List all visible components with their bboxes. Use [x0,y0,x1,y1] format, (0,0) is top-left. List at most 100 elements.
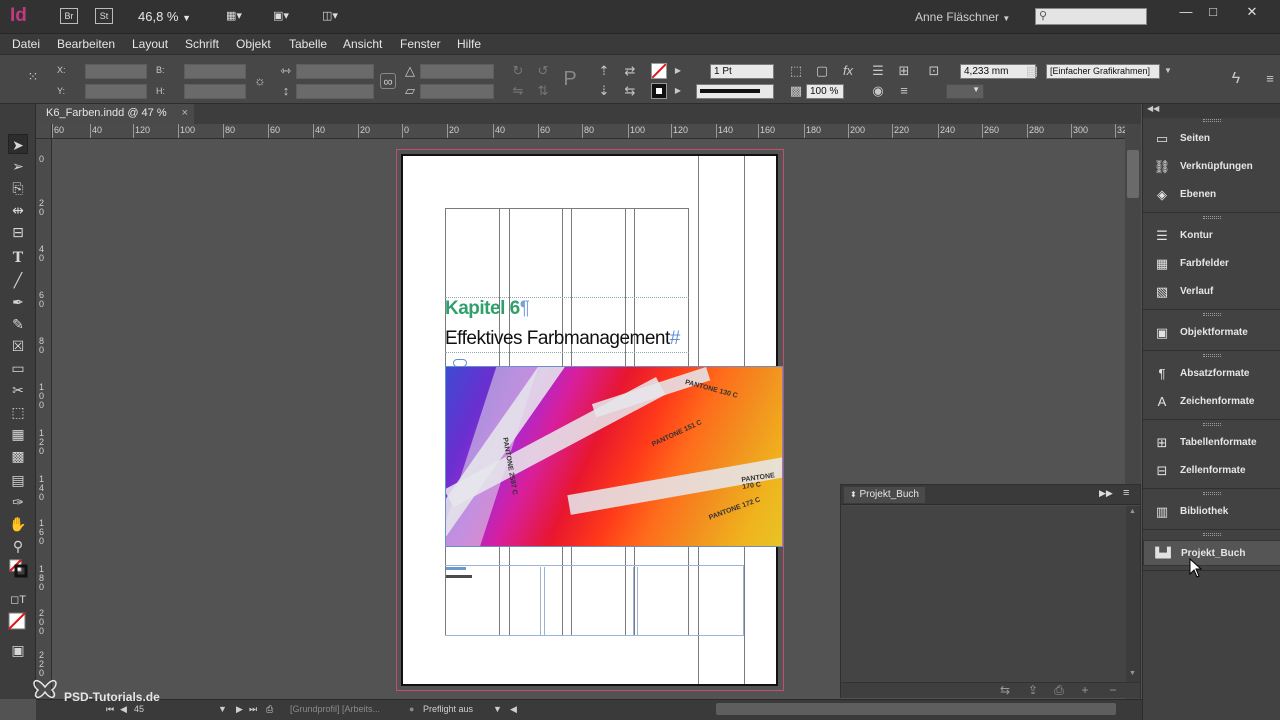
user-menu[interactable]: Anne Fläschner ▼ [915,10,1010,24]
select-content-icon[interactable]: ⇣ [596,83,612,99]
rectangle-frame-tool-icon[interactable]: ☒ [8,336,28,356]
book-documents-list[interactable] [841,506,1126,682]
auto-fit-icon[interactable]: ⊡ [926,63,942,79]
previous-page-icon[interactable]: ◀ [120,704,127,715]
screen-mode-button[interactable]: ▣▾ [273,9,303,23]
width-field[interactable] [184,64,246,79]
remove-document-icon[interactable]: − [1105,683,1121,697]
menu-ansicht[interactable]: Ansicht [343,37,382,51]
minimize-button[interactable]: — [1174,4,1198,20]
preflight-label[interactable]: Preflight aus [423,704,473,714]
gap-tool-icon[interactable]: ⇹ [8,200,28,220]
close-window-button[interactable]: ✕ [1240,4,1264,20]
dock-item-ebenen[interactable]: ◈ Ebenen [1143,182,1280,208]
bridge-button[interactable]: Br [60,8,78,24]
frame-fitting-icon[interactable]: ⬚ [788,63,804,79]
object-style-dropdown[interactable]: [Einfacher Grafikrahmen] [1046,64,1160,79]
select-previous-icon[interactable]: ⇄ [622,63,638,79]
panel-menu-icon[interactable]: ≡ [1262,71,1278,87]
screen-mode-icon[interactable]: ▣ [8,640,28,660]
document-tab[interactable]: K6_Farben.indd @ 47 % × [36,104,194,124]
dock-item-verknüpfungen[interactable]: ⛓ Verknüpfungen [1143,154,1280,180]
pen-tool-icon[interactable]: ✒ [8,292,28,312]
dock-group-grip[interactable] [1203,492,1221,495]
pantone-image-frame[interactable]: PANTONE 2587 C PANTONE 151 C PANTONE 172… [445,366,783,547]
dock-group-grip[interactable] [1203,216,1221,219]
dock-item-bibliothek[interactable]: ▥ Bibliothek [1143,499,1280,525]
stock-button[interactable]: St [95,8,113,24]
horizontal-ruler[interactable]: 60 40 120 100 80 60 40 20 0 20 40 60 80 100 120 140 160 1… [52,124,1125,139]
horizontal-scroll-thumb[interactable] [716,703,1116,715]
constrain-proportions-icon[interactable]: ☼ [252,73,268,89]
expand-dock-icon[interactable]: ◀◀ [1147,104,1159,113]
stroke-menu-arrow-icon[interactable]: ▶ [670,83,686,99]
dock-group-grip[interactable] [1203,354,1221,357]
dock-item-zellenformate[interactable]: ⊟ Zellenformate [1143,458,1280,484]
eyedropper-tool-icon[interactable]: ✑ [8,492,28,512]
hand-tool-icon[interactable]: ✋ [8,514,28,534]
gradient-feather-tool-icon[interactable]: ▩ [8,446,28,466]
save-book-icon[interactable]: ⇪ [1025,683,1041,697]
book-panel-header[interactable]: ⬍ Projekt_Buch ▶▶ ≡ [841,485,1140,505]
stroke-type-dropdown[interactable] [696,84,774,99]
zoom-tool-icon[interactable]: ⚲ [8,536,28,556]
effects-icon[interactable]: fx [840,63,856,79]
flip-v-icon[interactable]: ⇅ [535,83,551,99]
print-book-icon[interactable]: ⎙ [1051,683,1067,698]
dock-group-grip[interactable] [1203,313,1221,316]
free-transform-tool-icon[interactable]: ⬚ [8,402,28,422]
scissors-tool-icon[interactable]: ✂ [8,380,28,400]
document-page[interactable]: Kapitel 6¶ Effektives Farbmanagement# PA… [401,154,783,686]
arrange-documents-button[interactable]: ◫▾ [322,9,352,23]
view-options-button[interactable]: ▦▾ [226,9,256,23]
last-page-icon[interactable]: ⏭ [249,704,257,715]
scroll-up-icon[interactable]: ▲ [1129,508,1136,515]
y-field[interactable] [85,84,147,99]
selection-tool-icon[interactable]: ➤ [8,134,28,154]
maximize-button[interactable]: □ [1201,4,1225,20]
rectangle-tool-icon[interactable]: ▭ [8,358,28,378]
text-wrap-bbox-icon[interactable]: ⊞ [896,63,912,79]
menu-schrift[interactable]: Schrift [185,37,219,51]
scroll-left-icon[interactable]: ◀ [510,704,517,715]
footer-text-frame[interactable] [445,565,744,636]
chevron-down-icon[interactable]: ▼ [1160,63,1176,79]
menu-bearbeiten[interactable]: Bearbeiten [57,37,115,51]
vertical-ruler[interactable]: 0 2 0 4 0 6 0 8 0 1 0 0 1 2 0 1 4 0 1 6 0 1 8 0 2 … [36,139,52,699]
next-page-icon[interactable]: ▶ [236,704,243,715]
dock-group-grip[interactable] [1203,533,1221,536]
line-tool-icon[interactable]: ╱ [8,270,28,290]
menu-layout[interactable]: Layout [132,37,168,51]
dock-item-farbfelder[interactable]: ▦ Farbfelder [1143,251,1280,277]
type-tool-icon[interactable]: T [8,248,28,268]
zoom-level-dropdown[interactable]: 46,8 % ▼ [138,9,191,24]
note-tool-icon[interactable]: ▤ [8,470,28,490]
fill-swatch[interactable] [651,63,667,79]
quick-apply-icon[interactable]: ϟ [1228,71,1244,87]
page-number-field[interactable]: 45 [134,704,144,714]
dock-item-objektformate[interactable]: ▣ Objektformate [1143,320,1280,346]
book-panel-scrollbar[interactable]: ▲ ▼ [1126,506,1140,682]
ruler-origin[interactable] [36,124,52,139]
rotate-ccw-icon[interactable]: ↺ [535,63,551,79]
pencil-tool-icon[interactable]: ✎ [8,314,28,334]
text-wrap-none-icon[interactable]: ☰ [870,63,886,79]
text-wrap-jump-icon[interactable]: ≡ [896,83,912,99]
x-field[interactable] [85,64,147,79]
stroke-swatch[interactable] [651,83,667,99]
chapter-heading[interactable]: Kapitel 6¶ [445,298,530,320]
book-panel-tab[interactable]: ⬍ Projekt_Buch [844,487,925,503]
dock-item-verlauf[interactable]: ▧ Verlauf [1143,279,1280,305]
menu-objekt[interactable]: Objekt [236,37,271,51]
chevron-down-icon[interactable]: ▼ [218,704,227,714]
dock-item-tabellenformate[interactable]: ⊞ Tabellenformate [1143,430,1280,456]
dock-group-grip[interactable] [1203,423,1221,426]
menu-tabelle[interactable]: Tabelle [289,37,327,51]
scroll-down-icon[interactable]: ▼ [1129,670,1136,677]
formatting-container-icon[interactable]: ◻T [8,590,28,610]
select-container-icon[interactable]: ⇡ [596,63,612,79]
fill-menu-arrow-icon[interactable]: ▶ [670,63,686,79]
flip-h-icon[interactable]: ⇋ [510,83,526,99]
text-wrap-shape-icon[interactable]: ◉ [870,83,886,99]
rotate-cw-icon[interactable]: ↻ [510,63,526,79]
